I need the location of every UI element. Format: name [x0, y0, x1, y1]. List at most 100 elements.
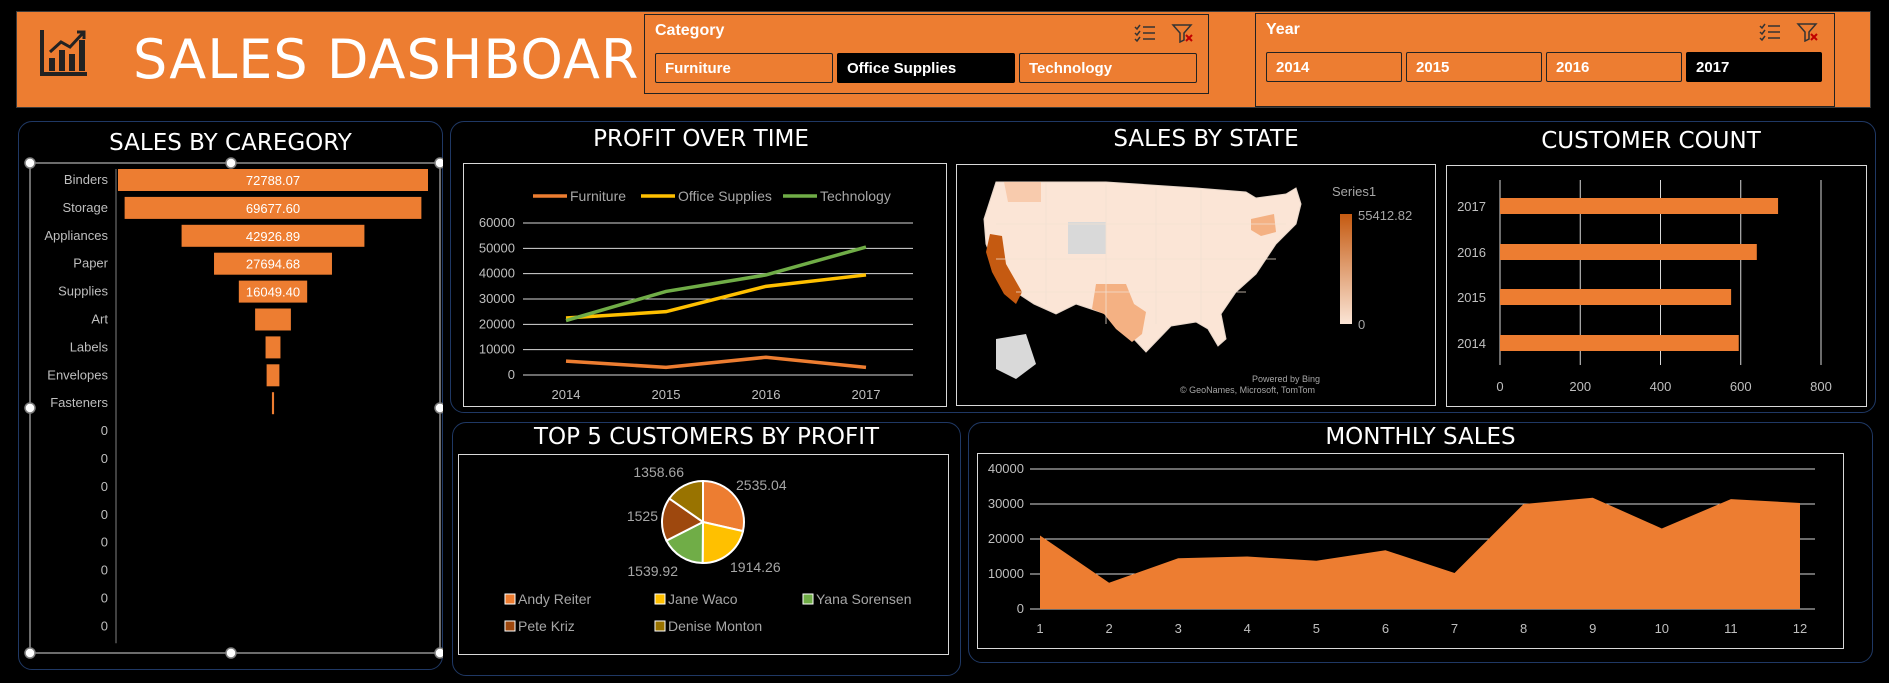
funnel-bar[interactable]: [271, 392, 275, 415]
funnel-bar[interactable]: [265, 336, 281, 359]
monthly-sales-area[interactable]: [1040, 497, 1800, 609]
map-color-scale: [1340, 214, 1352, 324]
legend-label: Andy Reiter: [518, 591, 591, 607]
category-label: 0: [101, 423, 108, 438]
resize-handle[interactable]: [434, 647, 443, 659]
legend-swatch: [504, 593, 516, 605]
legend-swatch: [654, 620, 666, 632]
category-label: 0: [101, 591, 108, 606]
multi-select-icon[interactable]: [1758, 22, 1782, 42]
funnel-bar[interactable]: [255, 308, 291, 331]
pie-value-label: 2535.04: [736, 477, 787, 493]
clear-filter-icon[interactable]: [1796, 22, 1820, 42]
category-label: Supplies: [58, 284, 108, 299]
slicer-option-technology[interactable]: Technology: [1019, 53, 1197, 83]
customer-count-bar[interactable]: [1500, 335, 1739, 351]
year-slicer[interactable]: Year 2014 2015 2016 2017: [1255, 13, 1835, 107]
customer-count-bar[interactable]: [1500, 244, 1757, 260]
customer-count-bar[interactable]: [1500, 198, 1779, 214]
y-tick-label: 2016: [1457, 245, 1486, 260]
x-tick-label: 4: [1244, 621, 1251, 636]
monthly-sales-chart[interactable]: 0100002000030000400001 2 3 4 5 6 7 8 9 10 11 12: [977, 453, 1844, 649]
resize-handle[interactable]: [24, 647, 36, 659]
y-tick-label: 50000: [479, 240, 515, 255]
customer-count-chart[interactable]: 0 200 400 600 800 2017 2016 2015 2014: [1446, 165, 1867, 407]
x-tick-label: 3: [1175, 621, 1182, 636]
funnel-bar[interactable]: [266, 364, 280, 387]
sales-by-state-map[interactable]: Series1 55412.82 0 Powered by Bing © Geo…: [956, 164, 1436, 406]
pie-value-label: 1358.66: [633, 464, 684, 480]
profit-over-time-chart[interactable]: 0 10000 20000 30000 40000 50000 60000 2014 2015 2…: [463, 163, 947, 407]
category-label: Appliances: [44, 228, 108, 243]
sales-by-category-chart[interactable]: Binders 72788.07 Storage 69677.60 Appliances…: [18, 155, 443, 670]
customer-count-title: CUSTOMER COUNT: [1541, 128, 1761, 154]
slicer-option-2015[interactable]: 2015: [1406, 52, 1542, 82]
map-credit-bing: Powered by Bing: [1252, 374, 1320, 384]
category-label: 0: [101, 535, 108, 550]
top5-customers-chart[interactable]: 2535.04 1914.26 1539.92 1525 1358.66 Andy Rei…: [458, 454, 949, 655]
washington-shape: [1004, 182, 1041, 202]
legend-swatch: [654, 593, 666, 605]
legend-swatch: [802, 593, 814, 605]
bar-value-label: 42926.89: [246, 229, 300, 244]
x-tick-label: 8: [1520, 621, 1527, 636]
sales-by-state-title: SALES BY STATE: [1113, 126, 1299, 152]
x-tick-label: 200: [1569, 379, 1591, 394]
top5-title: TOP 5 CUSTOMERS BY PROFIT: [533, 424, 880, 450]
bar-value-label: 16049.40: [246, 285, 300, 300]
y-tick-label: 2015: [1457, 290, 1486, 305]
category-label: 0: [101, 451, 108, 466]
sales-by-category-title: SALES BY CAREGORY: [109, 130, 352, 156]
clear-filter-icon[interactable]: [1171, 23, 1195, 43]
slicer-option-office-supplies[interactable]: Office Supplies: [837, 53, 1015, 83]
x-tick-label: 12: [1793, 621, 1807, 636]
slicer-option-2016[interactable]: 2016: [1546, 52, 1682, 82]
year-slicer-label: Year: [1266, 21, 1300, 38]
resize-handle[interactable]: [434, 402, 443, 414]
slicer-option-2014[interactable]: 2014: [1266, 52, 1402, 82]
slicer-option-furniture[interactable]: Furniture: [655, 53, 833, 83]
map-credit-sources: © GeoNames, Microsoft, TomTom: [1180, 385, 1315, 395]
category-label: Fasteners: [50, 395, 108, 410]
category-label: Labels: [70, 339, 109, 354]
map-legend-min: 0: [1358, 317, 1365, 332]
resize-handle[interactable]: [24, 402, 36, 414]
resize-handle[interactable]: [434, 157, 443, 169]
y-tick-label: 2014: [1457, 336, 1486, 351]
resize-handle[interactable]: [24, 157, 36, 169]
y-tick-label: 40000: [479, 266, 515, 281]
x-tick-label: 800: [1810, 379, 1832, 394]
wyoming-shape: [1068, 222, 1106, 254]
y-tick-label: 20000: [479, 316, 515, 331]
y-tick-label: 60000: [479, 215, 515, 230]
category-label: 0: [101, 618, 108, 633]
legend-label: Pete Kriz: [518, 618, 575, 634]
bar-value-label: 69677.60: [246, 201, 300, 216]
category-label: Paper: [73, 256, 108, 271]
legend-label: Furniture: [570, 188, 626, 204]
bar-value-label: 27694.68: [246, 257, 300, 272]
pie-value-label: 1525: [627, 508, 658, 524]
y-tick-label: 10000: [988, 566, 1024, 581]
legend-label: Yana Sorensen: [816, 591, 911, 607]
pie-value-label: 1539.92: [627, 563, 678, 579]
x-tick-label: 1: [1036, 621, 1043, 636]
resize-handle[interactable]: [225, 157, 237, 169]
pie-value-label: 1914.26: [730, 559, 781, 575]
series-line[interactable]: [565, 355, 867, 370]
x-tick-label: 10: [1655, 621, 1669, 636]
category-slicer[interactable]: Category Furniture Office Supplies Techn…: [644, 14, 1209, 94]
category-label: Storage: [62, 200, 108, 215]
series-line[interactable]: [565, 245, 867, 323]
y-tick-label: 2017: [1457, 199, 1486, 214]
x-tick-label: 600: [1730, 379, 1752, 394]
y-tick-label: 0: [508, 367, 515, 382]
slicer-option-2017[interactable]: 2017: [1686, 52, 1822, 82]
multi-select-icon[interactable]: [1133, 23, 1157, 43]
legend-label: Jane Waco: [668, 591, 738, 607]
map-legend-max: 55412.82: [1358, 208, 1412, 223]
x-tick-label: 2: [1105, 621, 1112, 636]
customer-count-bar[interactable]: [1500, 289, 1732, 305]
map-legend-title: Series1: [1332, 184, 1376, 199]
resize-handle[interactable]: [225, 647, 237, 659]
